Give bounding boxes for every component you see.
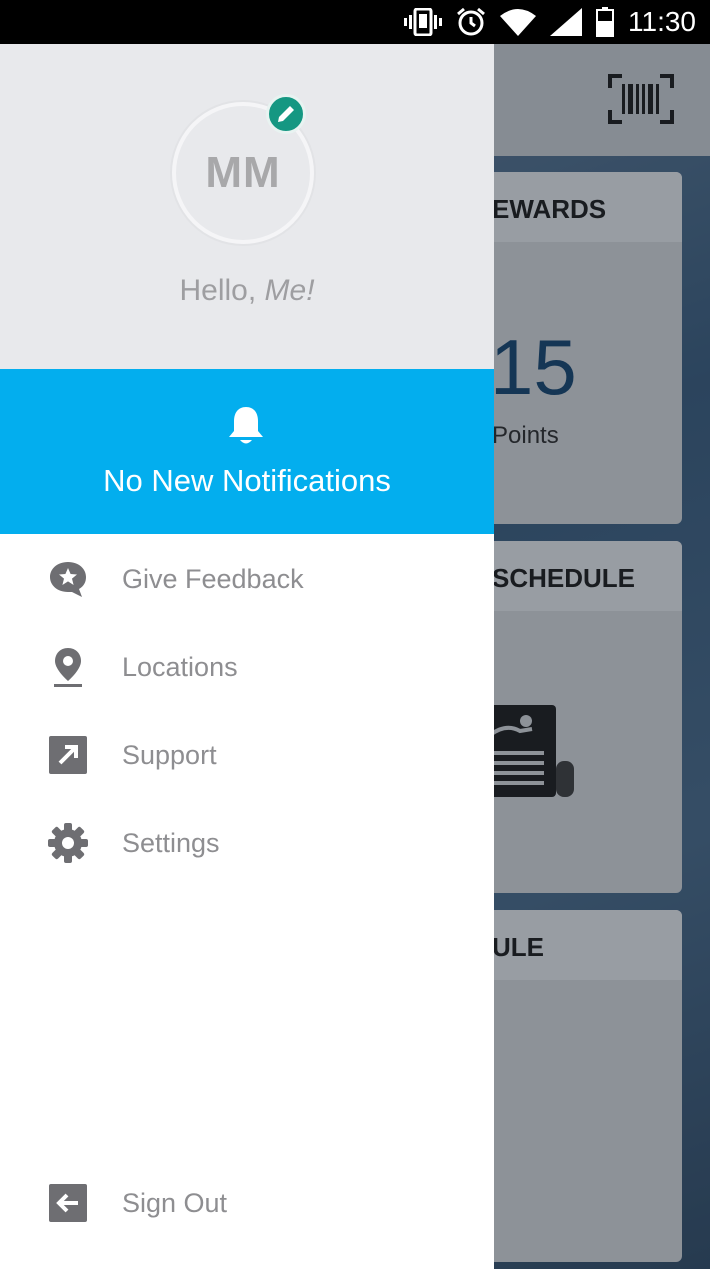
sign-out-icon [46, 1181, 90, 1225]
menu-item-settings[interactable]: Settings [0, 799, 494, 887]
avatar-initials: MM [205, 148, 281, 197]
feedback-star-icon [46, 557, 90, 601]
clock-time: 11:30 [628, 6, 696, 37]
menu-item-give-feedback[interactable]: Give Feedback [0, 535, 494, 623]
edit-profile-button[interactable] [266, 94, 306, 134]
notifications-text: No New Notifications [103, 463, 391, 498]
gear-icon [46, 821, 90, 865]
navigation-drawer: MM Hello, Me! No New Notifications Give … [0, 44, 494, 1269]
menu-item-locations[interactable]: Locations [0, 623, 494, 711]
sign-out-button[interactable]: Sign Out [0, 1159, 494, 1247]
menu-item-support[interactable]: Support [0, 711, 494, 799]
greeting: Hello, Me! [0, 274, 494, 308]
menu-item-label: Support [122, 739, 217, 770]
wifi-icon [500, 9, 536, 36]
vibrate-icon [404, 8, 442, 36]
menu-item-label: Give Feedback [122, 563, 304, 594]
battery-icon [596, 7, 614, 37]
user-name: Me! [264, 274, 315, 307]
profile-header: MM Hello, Me! [0, 44, 494, 369]
signal-icon [550, 8, 582, 36]
external-link-icon [46, 733, 90, 777]
pencil-icon [278, 106, 294, 122]
status-icons: 11:30 [404, 0, 696, 44]
alarm-icon [457, 7, 485, 36]
menu-item-label: Locations [122, 651, 238, 682]
greeting-text: Hello, [179, 274, 257, 307]
sign-out-label: Sign Out [122, 1187, 228, 1218]
location-pin-icon [46, 645, 90, 689]
menu-item-label: Settings [122, 827, 220, 858]
notifications-banner[interactable]: No New Notifications [0, 369, 494, 534]
status-bar: 11:30 [0, 0, 710, 44]
bell-icon [229, 407, 263, 444]
